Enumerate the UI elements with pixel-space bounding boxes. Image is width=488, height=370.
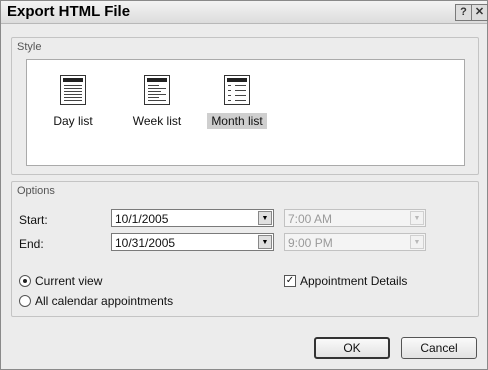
month-list-icon (224, 75, 250, 105)
current-view-radio[interactable] (19, 275, 31, 287)
start-label: Start: (19, 213, 48, 227)
all-appointments-radio[interactable] (19, 295, 31, 307)
end-date-combo[interactable]: 10/31/2005 ▼ (111, 233, 274, 251)
export-html-dialog: Export HTML File ? ✕ Style Day list Week… (0, 0, 488, 370)
chevron-down-icon[interactable]: ▼ (258, 235, 272, 249)
style-item-label: Week list (132, 114, 182, 128)
style-item-day-list[interactable]: Day list (43, 75, 103, 129)
appointment-details-checkbox[interactable]: ✓ (284, 275, 296, 287)
style-group-label: Style (17, 41, 42, 53)
start-date-value: 10/1/2005 (115, 212, 169, 226)
week-list-icon (144, 75, 170, 105)
check-icon: ✓ (285, 275, 295, 286)
title-bar: Export HTML File ? ✕ (1, 1, 488, 24)
start-date-combo[interactable]: 10/1/2005 ▼ (111, 209, 274, 227)
style-item-month-list[interactable]: Month list (207, 75, 267, 129)
options-group-label: Options (17, 185, 55, 197)
close-button[interactable]: ✕ (471, 4, 488, 21)
help-button[interactable]: ? (455, 4, 472, 21)
start-time-combo: 7:00 AM ▼ (284, 209, 426, 227)
chevron-down-icon[interactable]: ▼ (258, 211, 272, 225)
dialog-title: Export HTML File (7, 3, 131, 20)
style-list: Day list Week list Month list (26, 59, 465, 166)
appointment-details-label[interactable]: Appointment Details (300, 274, 407, 288)
style-item-label: Day list (53, 114, 93, 128)
cancel-button[interactable]: Cancel (401, 337, 477, 359)
end-time-value: 9:00 PM (288, 236, 333, 250)
day-list-icon (60, 75, 86, 105)
style-item-week-list[interactable]: Week list (127, 75, 187, 129)
ok-button[interactable]: OK (314, 337, 390, 359)
end-label: End: (19, 237, 44, 251)
end-date-value: 10/31/2005 (115, 236, 176, 250)
start-time-value: 7:00 AM (288, 212, 333, 226)
current-view-label[interactable]: Current view (35, 274, 102, 288)
end-time-combo: 9:00 PM ▼ (284, 233, 426, 251)
chevron-down-icon: ▼ (410, 211, 424, 225)
chevron-down-icon: ▼ (410, 235, 424, 249)
style-item-label: Month list (207, 113, 267, 129)
all-appointments-label[interactable]: All calendar appointments (35, 294, 173, 308)
